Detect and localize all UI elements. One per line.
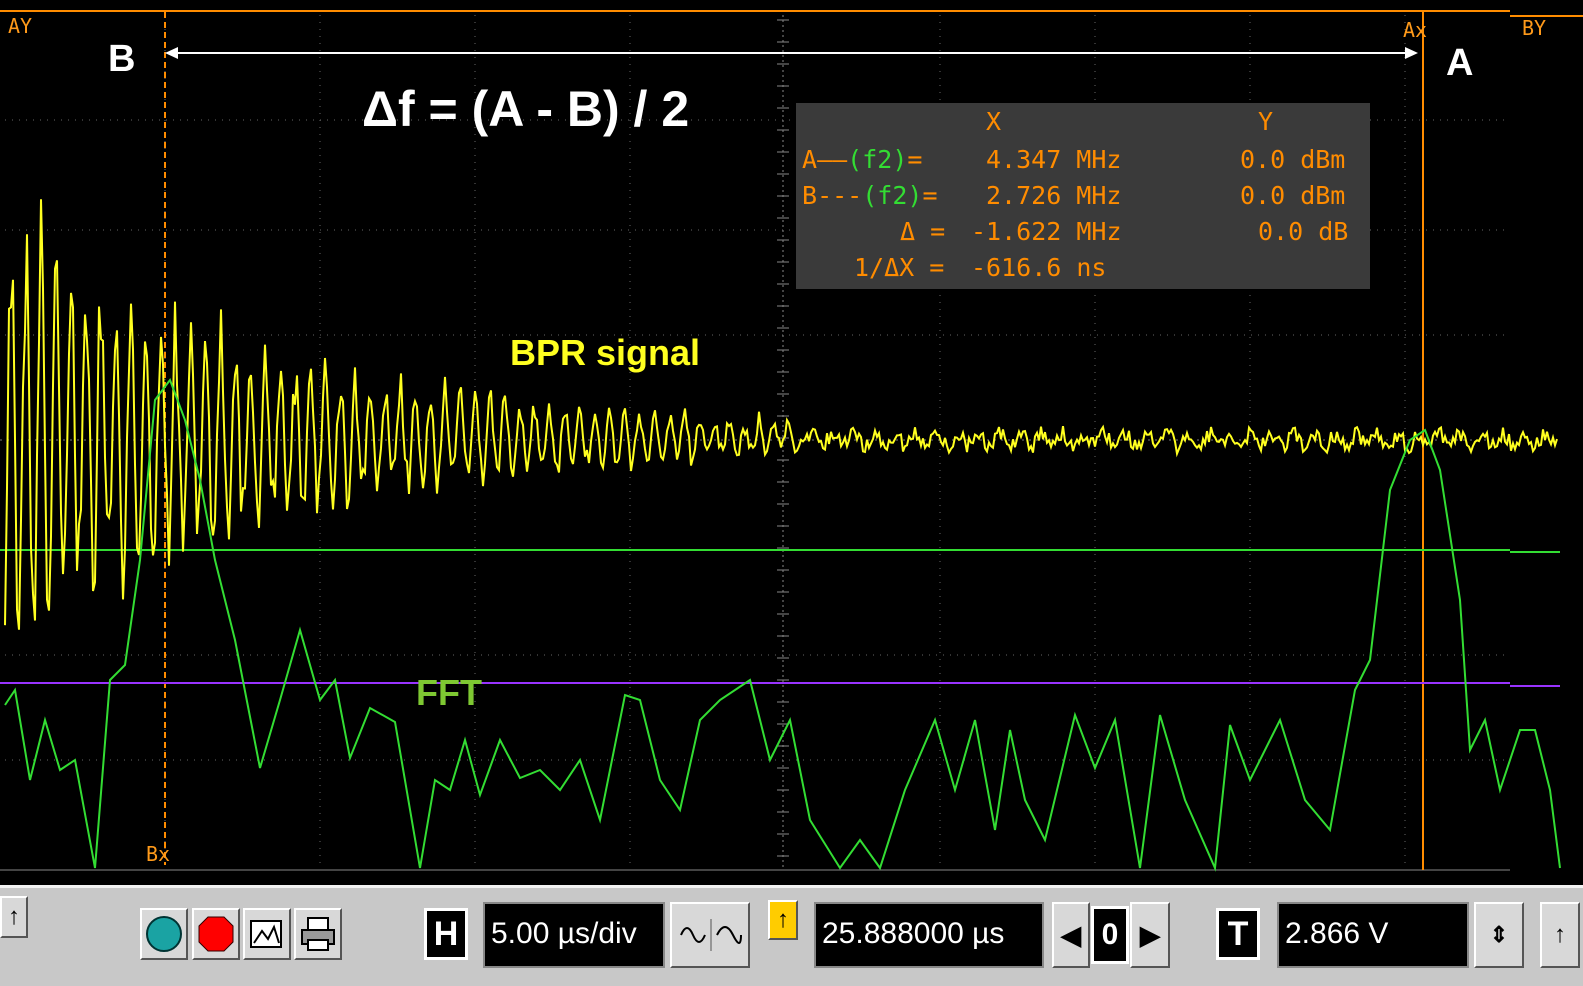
ac-couple-button[interactable] — [670, 902, 750, 968]
delay-field[interactable]: 25.888000 µs — [814, 902, 1044, 968]
readout-row-b-y: 0.0 dBm — [1240, 181, 1346, 210]
delay-arrow-button[interactable]: ↑ — [768, 900, 798, 940]
delay-decrease-button[interactable]: ◀ — [1052, 902, 1090, 968]
readout-row-inv-x: -616.6 ns — [971, 253, 1107, 282]
record-red-button[interactable] — [192, 908, 240, 960]
up-arrow-icon: ↑ — [1554, 921, 1566, 948]
right-up-arrow-button[interactable]: ↑ — [1540, 902, 1580, 968]
up-arrow-icon: ↑ — [777, 906, 789, 933]
readout-header-x: X — [986, 107, 1002, 136]
ac-couple-icon — [680, 919, 742, 951]
image-icon — [250, 920, 282, 948]
trigger-level-field[interactable]: 2.866 V — [1277, 902, 1469, 968]
record-red-icon — [198, 916, 234, 952]
delta-f-formula: Δf = (A - B) / 2 — [362, 81, 690, 137]
left-up-arrow-button[interactable]: ↑ — [0, 896, 28, 938]
fft-label: FFT — [416, 672, 482, 713]
record-cyan-icon — [146, 916, 182, 952]
readout-row-delta-y: 0.0 dB — [1258, 217, 1349, 246]
right-arrow-icon: ▶ — [1140, 919, 1160, 950]
bpr-signal-label: BPR signal — [510, 332, 701, 373]
a-y-label: AY — [8, 14, 33, 38]
left-arrow-icon: ◀ — [1061, 919, 1081, 950]
readout-row-b-x: 2.726 MHz — [986, 181, 1122, 210]
record-cyan-button[interactable] — [140, 908, 188, 960]
readout-row-b-label: B---(f2)= — [802, 181, 938, 210]
oscilloscope-display: AY BY Ax Bx B A Δf = (A - B) / 2 BPR sig… — [0, 0, 1583, 885]
a-x-label: Ax — [1403, 18, 1428, 42]
print-button[interactable] — [294, 908, 342, 960]
readout-row-a-label: A——(f2)= — [802, 145, 923, 174]
trigger-t-button[interactable]: T — [1216, 908, 1260, 960]
readout-row-inv-label: 1/ΔX = — [854, 253, 945, 282]
up-arrow-icon: ↑ — [8, 903, 20, 930]
b-y-label: BY — [1522, 16, 1547, 40]
timebase-field[interactable]: 5.00 µs/div — [483, 902, 665, 968]
trigger-level-scroll[interactable]: ⇕ — [1474, 902, 1524, 968]
readout-row-delta-x: -1.622 MHz — [971, 217, 1122, 246]
control-toolbar: ↑ H 5.00 µs/div ↑ 25.888000 µs ◀ 0 ▶ T 2… — [0, 885, 1583, 986]
b-x-label: Bx — [146, 842, 171, 866]
printer-icon — [301, 917, 335, 951]
cursor-readout-panel: X Y A——(f2)= 4.347 MHz 0.0 dBm B---(f2)=… — [796, 103, 1370, 289]
scroll-updown-icon: ⇕ — [1489, 922, 1509, 947]
readout-row-delta-label: Δ = — [900, 217, 946, 246]
readout-row-a-x: 4.347 MHz — [986, 145, 1122, 174]
marker-a-label: A — [1446, 42, 1474, 84]
delay-increase-button[interactable]: ▶ — [1130, 902, 1170, 968]
delay-zero-button[interactable]: 0 — [1091, 906, 1129, 964]
readout-header-y: Y — [1258, 107, 1274, 136]
marker-b-label: B — [108, 38, 136, 80]
delta-arrow — [165, 47, 1418, 59]
image-button[interactable] — [243, 908, 291, 960]
horizontal-h-button[interactable]: H — [424, 908, 468, 960]
readout-row-a-y: 0.0 dBm — [1240, 145, 1346, 174]
